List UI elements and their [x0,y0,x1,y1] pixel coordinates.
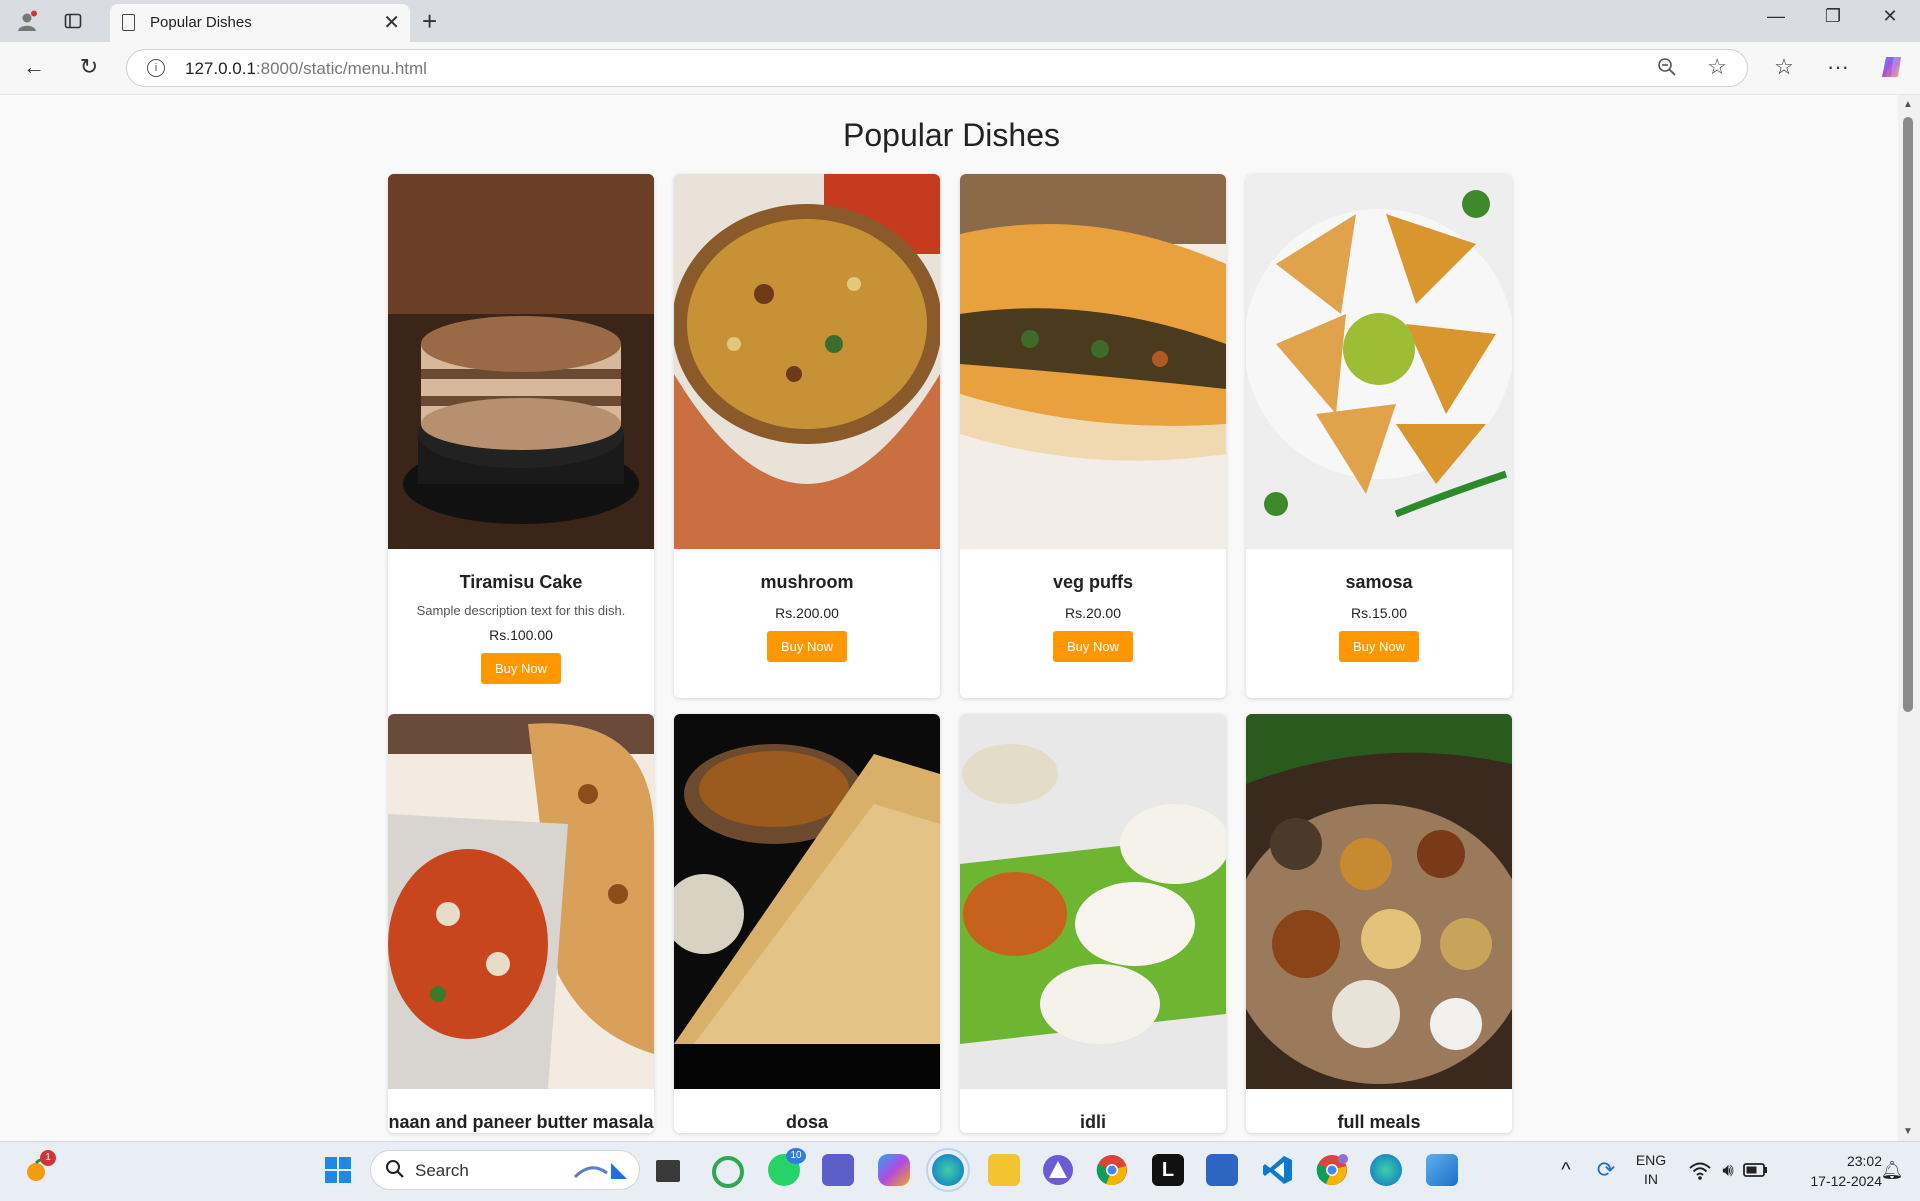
dish-name: mushroom [760,572,854,592]
zoom-icon[interactable] [1657,57,1677,82]
dish-price: Rs.20.00 [1064,605,1122,621]
widgets-badge: 1 [40,1150,56,1166]
buy-now-button[interactable]: Buy Now [480,653,562,684]
dish-description: Sample description text for this dish. [416,603,626,618]
restore-icon[interactable]: ❐ [1813,6,1853,27]
clock[interactable]: 23:02 17-12-2024 [1782,1151,1882,1191]
profile-icon[interactable] [14,8,40,34]
buy-now-button[interactable]: Buy Now [1338,631,1420,662]
clock-date: 17-12-2024 [1810,1173,1882,1189]
page-content: Popular Dishes Tiramisu Cake Sample desc… [5,95,1898,1141]
copilot-icon[interactable] [1878,54,1906,86]
tab-bar: Popular Dishes ✕ + — ❐ ✕ [0,0,1920,42]
taskbar: 1 Search 10 L ^ ⟳ ENG IN 🔊︎ 23:02 17-12-… [0,1141,1920,1201]
battery-icon[interactable] [1742,1154,1774,1186]
dish-price: Rs.100.00 [489,627,553,643]
teams-icon[interactable] [822,1154,854,1186]
page-title: Popular Dishes [843,117,1060,153]
edge-icon[interactable] [926,1148,970,1192]
dish-image [1246,714,1512,1089]
notification-bell-icon[interactable]: 🔔︎ [1876,1154,1908,1186]
search-icon [385,1159,405,1184]
back-icon[interactable]: ← [20,54,48,80]
reload-icon[interactable]: ↻ [75,54,103,80]
dish-card: full meals [1246,714,1512,1133]
app-triangle-icon[interactable] [1042,1154,1074,1186]
dish-image [674,174,940,549]
more-menu-icon[interactable]: ··· [1824,54,1852,80]
dish-card: veg puffs Rs.20.00 Buy Now [960,174,1226,698]
page-scrollbar[interactable]: ▲ ▼ [1898,95,1920,1141]
scroll-up-arrow-icon[interactable]: ▲ [1903,99,1913,110]
sync-icon[interactable]: ⟳ [1590,1154,1622,1186]
active-tab[interactable]: Popular Dishes ✕ [110,4,410,42]
copilot-app-icon[interactable] [878,1154,910,1186]
volume-icon[interactable]: 🔊︎ [1712,1154,1744,1186]
app-refresh-icon[interactable] [712,1156,744,1188]
tab-title: Popular Dishes [150,14,252,31]
dish-name: idli [1080,1112,1106,1132]
address-bar[interactable]: i 127.0.0.1:8000/static/menu.html ☆ [126,49,1748,87]
dish-name: full meals [1337,1112,1421,1132]
edge-second-icon[interactable] [1370,1154,1402,1186]
buy-now-button[interactable]: Buy Now [1052,631,1134,662]
new-tab-icon[interactable]: + [422,6,437,37]
page-icon [122,14,135,31]
chrome-profile-icon[interactable] [1316,1154,1348,1186]
scrollbar-thumb[interactable] [1903,117,1913,712]
dish-card: idli [960,714,1226,1133]
vscode-icon[interactable] [1262,1154,1294,1186]
dish-card: Tiramisu Cake Sample description text fo… [388,174,654,720]
close-window-icon[interactable]: ✕ [1870,6,1910,27]
search-label: Search [415,1161,469,1180]
store-icon[interactable] [1206,1154,1238,1186]
task-view-icon[interactable] [656,1160,680,1182]
dish-image [960,174,1226,549]
file-explorer-icon[interactable] [988,1154,1020,1186]
dish-image [1246,174,1512,549]
language-line2: IN [1644,1171,1658,1187]
site-info-icon[interactable]: i [147,59,165,77]
chevron-up-icon[interactable]: ^ [1550,1154,1582,1186]
dish-price: Rs.15.00 [1350,605,1408,621]
dish-name: Tiramisu Cake [459,572,583,592]
dish-card: dosa [674,714,940,1133]
close-tab-icon[interactable]: ✕ [383,10,400,35]
favorite-star-icon[interactable]: ☆ [1707,54,1727,80]
favorites-icon[interactable]: ☆ [1770,54,1798,80]
dish-name: samosa [1345,572,1413,592]
dish-name: naan and paneer butter masala [388,1112,654,1132]
dish-card: naan and paneer butter masala [388,714,654,1133]
chrome-icon[interactable] [1096,1154,1128,1186]
url-host: 127.0.0.1 [185,59,256,78]
search-highlight-icon [573,1163,627,1179]
tab-actions-icon[interactable] [60,8,86,34]
language-line1: ENG [1635,1152,1667,1168]
taskbar-search-box[interactable]: Search [370,1150,640,1190]
language-indicator[interactable]: ENG IN [1630,1151,1672,1189]
scroll-down-arrow-icon[interactable]: ▼ [1903,1126,1913,1137]
url-text[interactable]: 127.0.0.1:8000/static/menu.html [185,59,427,79]
dish-image [960,714,1226,1089]
app-l-icon[interactable]: L [1152,1154,1184,1186]
dish-price: Rs.200.00 [775,605,839,621]
dish-image [388,174,654,549]
dish-image [388,714,654,1089]
clock-time: 23:02 [1846,1153,1882,1169]
photos-icon[interactable] [1426,1154,1458,1186]
minimize-icon[interactable]: — [1756,6,1796,27]
dish-name: veg puffs [1052,572,1133,592]
dish-image [674,714,940,1089]
whatsapp-badge: 10 [786,1148,806,1164]
start-windows-icon[interactable] [322,1154,354,1186]
url-path: :8000/static/menu.html [255,59,427,78]
navigation-bar: ← ↻ i 127.0.0.1:8000/static/menu.html ☆ … [0,42,1920,95]
dish-card: mushroom Rs.200.00 Buy Now [674,174,940,698]
buy-now-button[interactable]: Buy Now [766,631,848,662]
dish-name: dosa [785,1112,828,1132]
dish-card: samosa Rs.15.00 Buy Now [1246,174,1512,698]
